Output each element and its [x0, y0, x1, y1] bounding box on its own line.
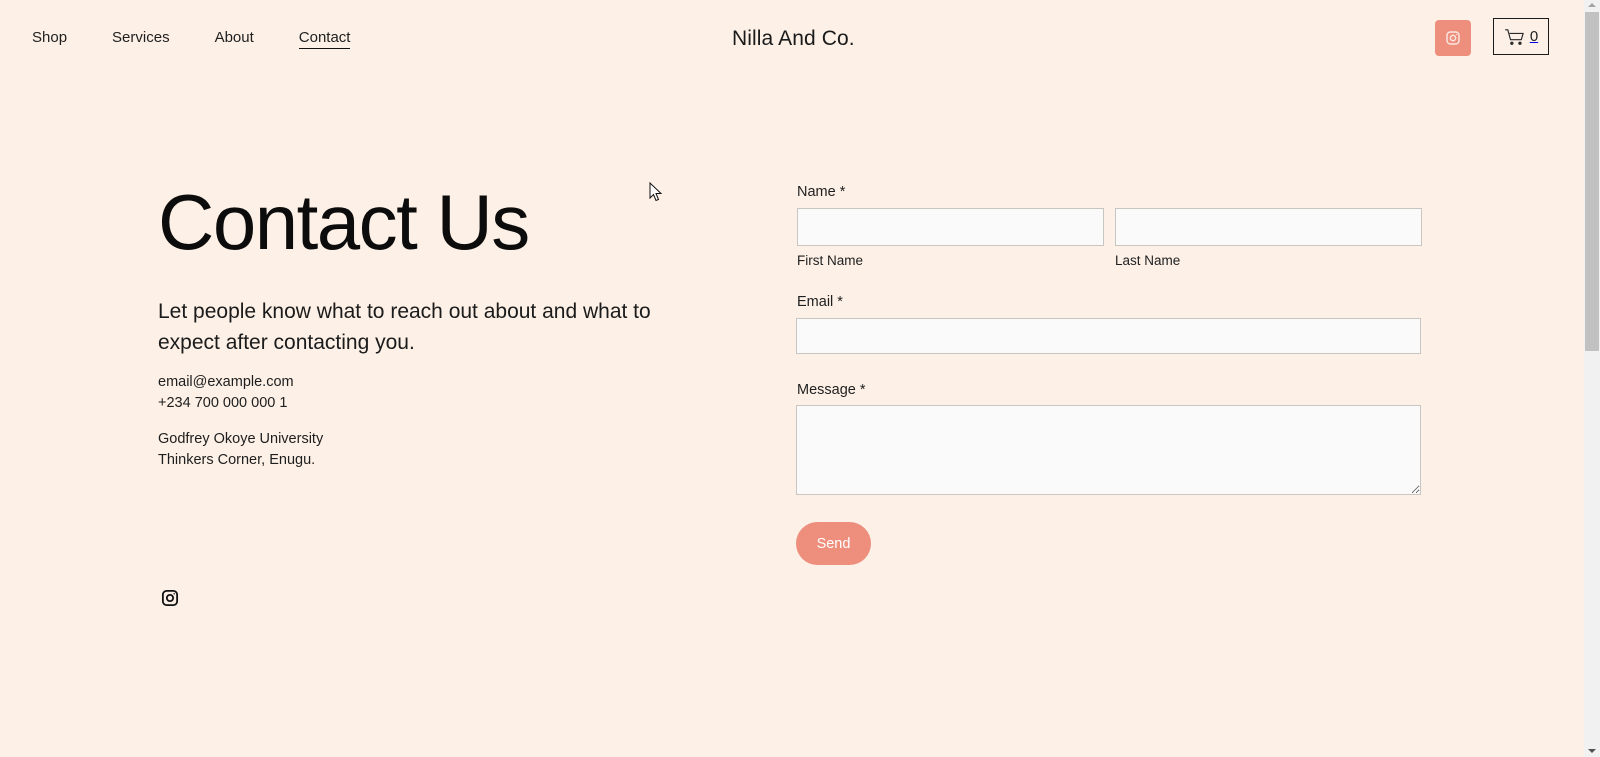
nav-contact[interactable]: Contact: [298, 28, 351, 49]
instagram-social-link[interactable]: [161, 589, 179, 607]
message-textarea[interactable]: [796, 405, 1421, 495]
contact-address: Godfrey Okoye University Thinkers Corner…: [158, 429, 323, 470]
nav-services[interactable]: Services: [112, 28, 170, 49]
first-name-label: First Name: [797, 253, 864, 268]
main-nav: Shop Services About Contact: [32, 28, 351, 49]
message-label: Message *: [797, 382, 866, 398]
contact-phone: +234 700 000 000 1: [158, 394, 288, 411]
address-line-1: Godfrey Okoye University: [158, 431, 324, 447]
instagram-icon: [1446, 31, 1460, 45]
cart-count: 0: [1529, 28, 1539, 45]
instagram-icon: [161, 589, 179, 607]
name-label: Name *: [797, 184, 846, 200]
page-subtitle: Let people know what to reach out about …: [158, 300, 651, 354]
mouse-cursor-icon: [649, 182, 663, 202]
send-button[interactable]: Send: [796, 522, 871, 565]
cart-icon: [1504, 28, 1524, 45]
last-name-label: Last Name: [1115, 253, 1181, 268]
instagram-button[interactable]: [1435, 20, 1471, 56]
contact-page: Shop Services About Contact Nilla And Co…: [0, 0, 1584, 757]
last-name-input[interactable]: [1115, 208, 1422, 246]
first-name-input[interactable]: [797, 208, 1104, 246]
address-line-2: Thinkers Corner, Enugu.: [158, 451, 316, 468]
scrollbar-thumb[interactable]: [1585, 12, 1599, 351]
cart-button[interactable]: 0: [1493, 18, 1549, 55]
email-input[interactable]: [796, 318, 1421, 354]
page-title: Contact Us: [158, 178, 530, 266]
scroll-down-arrow-icon[interactable]: [1588, 749, 1596, 753]
nav-shop[interactable]: Shop: [32, 28, 67, 49]
site-title[interactable]: Nilla And Co.: [732, 27, 855, 51]
contact-email: email@example.com: [158, 374, 294, 390]
email-label: Email *: [797, 294, 843, 310]
vertical-scrollbar[interactable]: [1584, 0, 1600, 757]
contact-info: email@example.com +234 700 000 000 1: [158, 372, 294, 413]
scroll-up-arrow-icon[interactable]: [1588, 3, 1596, 7]
nav-about[interactable]: About: [215, 28, 254, 49]
